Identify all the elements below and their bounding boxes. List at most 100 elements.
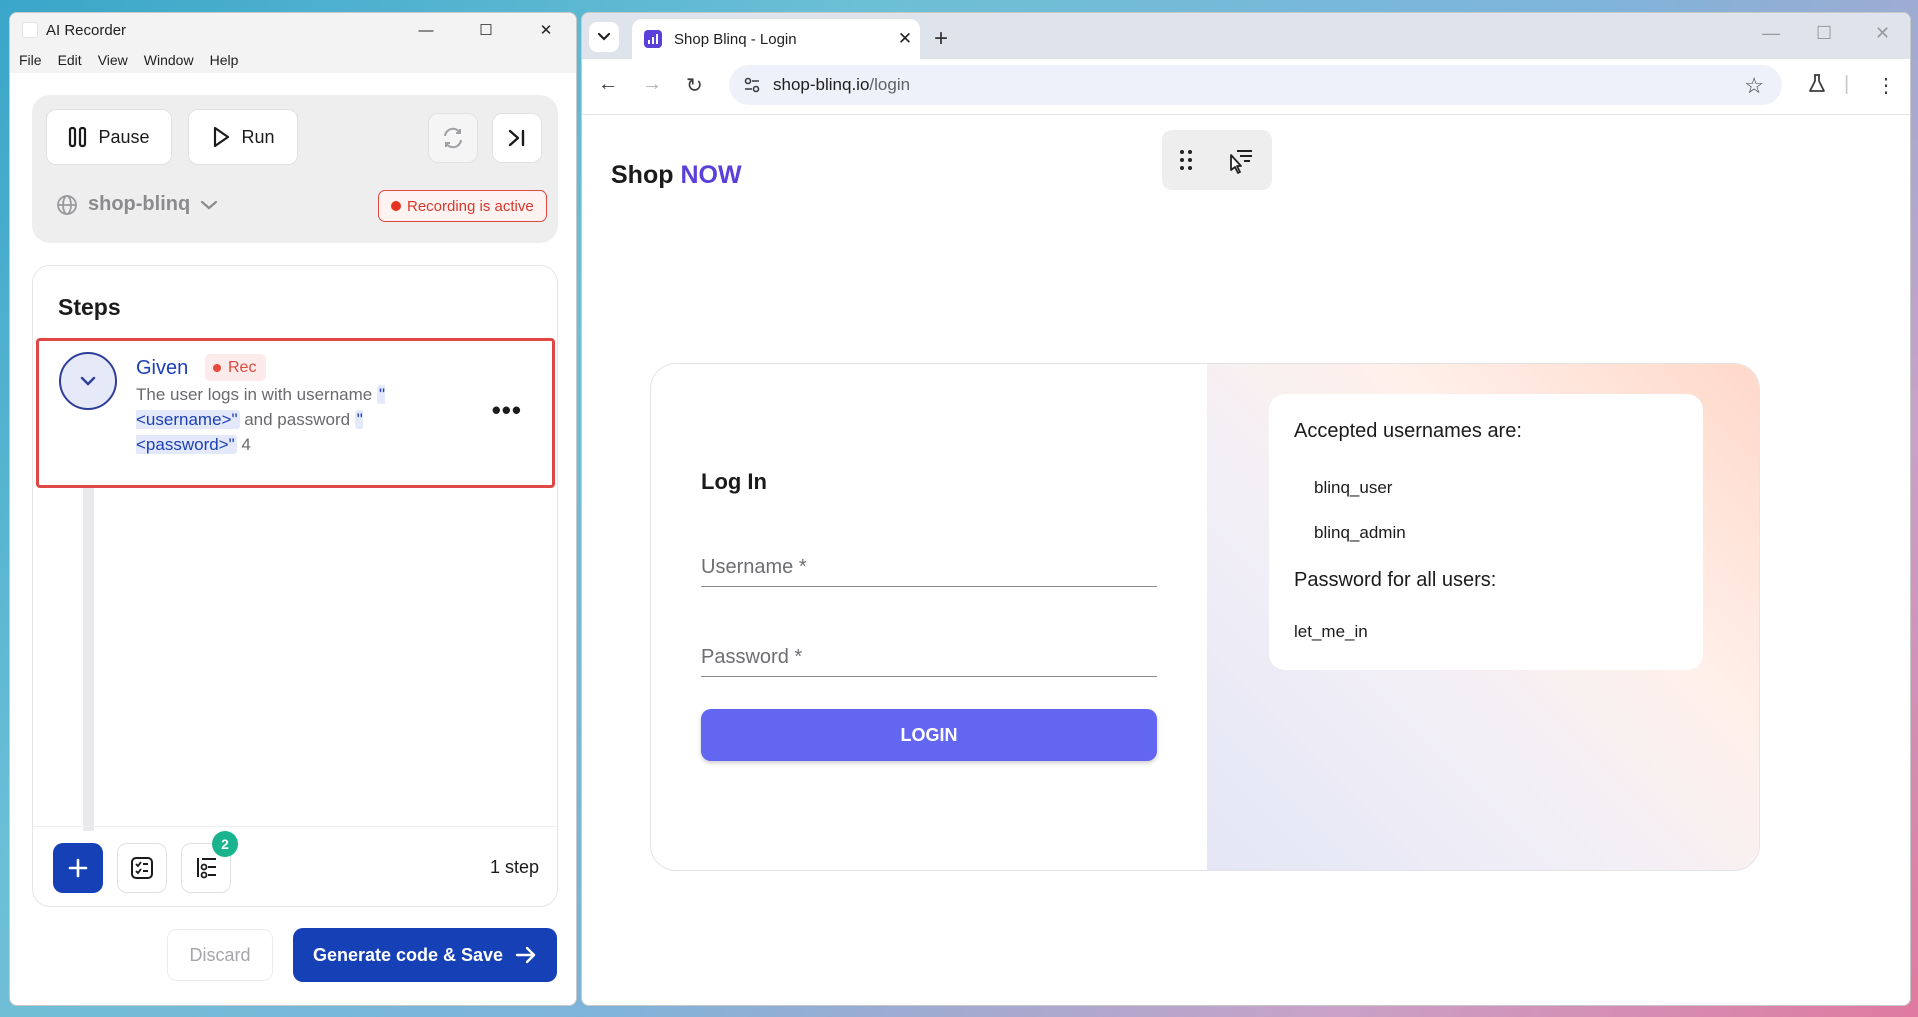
chevron-down-icon [201, 200, 218, 209]
sync-icon [444, 127, 462, 149]
username-item: blinq_user [1314, 478, 1393, 497]
minimize-icon[interactable]: — [1762, 23, 1780, 44]
menu-view[interactable]: View [98, 52, 128, 68]
maximize-icon[interactable]: ☐ [456, 13, 516, 47]
credentials-info-box: Accepted usernames are: blinq_user blinq… [1269, 394, 1703, 670]
tab-close-icon[interactable]: ✕ [890, 29, 920, 49]
skip-forward-icon [508, 129, 525, 147]
reload-icon[interactable]: ↻ [686, 73, 703, 98]
menu-window[interactable]: Window [144, 52, 194, 68]
username-item: blinq_admin [1314, 523, 1406, 542]
login-title: Log In [701, 469, 767, 494]
browser-toolbar: ← → ↻ shop-blinq.io/login ☆ | ⋮ [582, 59, 1910, 115]
step-list-count-badge: 2 [212, 831, 238, 857]
recorder-floating-toolbar [1162, 130, 1272, 190]
project-name: shop-blinq [88, 193, 191, 215]
step-keyword: Given [136, 357, 189, 379]
step-text-part: 4 [236, 435, 251, 454]
minimize-icon[interactable]: — [396, 13, 456, 47]
tab-strip: Shop Blinq - Login ✕ + — ☐ ✕ [582, 13, 1910, 59]
close-icon[interactable]: ✕ [516, 13, 576, 47]
project-selector[interactable]: shop-blinq [56, 193, 218, 216]
menu-edit[interactable]: Edit [58, 52, 82, 68]
site-logo[interactable]: Shop NOW [611, 161, 742, 190]
address-bar[interactable]: shop-blinq.io/login ☆ [729, 65, 1782, 105]
password-input[interactable] [701, 639, 1157, 676]
menu-kebab-icon[interactable]: ⋮ [1876, 73, 1896, 98]
checklist-button[interactable] [117, 843, 167, 893]
app-icon [22, 22, 38, 38]
step-rec-label: Rec [228, 358, 257, 376]
discard-button[interactable]: Discard [167, 929, 273, 981]
browser-window: Shop Blinq - Login ✕ + — ☐ ✕ ← → ↻ shop-… [581, 12, 1911, 1006]
plus-icon [68, 858, 88, 878]
recording-status-badge: Recording is active [378, 190, 547, 222]
url-path: /login [869, 75, 911, 94]
bookmark-star-icon[interactable]: ☆ [1744, 73, 1764, 99]
shop-favicon-icon [644, 30, 662, 48]
usernames-heading: Accepted usernames are: [1294, 420, 1522, 442]
pause-icon [69, 126, 87, 148]
run-button[interactable]: Run [188, 109, 298, 165]
labs-flask-icon[interactable] [1808, 73, 1826, 99]
steps-title: Steps [58, 294, 121, 320]
more-options-icon[interactable]: ••• [492, 395, 522, 426]
login-button[interactable]: LOGIN [701, 709, 1157, 761]
step-text[interactable]: The user logs in with username "<usernam… [136, 382, 406, 457]
url-text: shop-blinq.io/login [773, 75, 910, 95]
drag-handle-icon[interactable] [1179, 149, 1193, 171]
recording-status-text: Recording is active [407, 197, 534, 215]
password-heading: Password for all users: [1294, 569, 1497, 591]
back-icon[interactable]: ← [598, 73, 618, 96]
password-field[interactable] [701, 639, 1157, 677]
step-rec-badge: Rec [205, 354, 267, 381]
close-icon[interactable]: ✕ [1875, 23, 1890, 44]
list-tree-icon [197, 858, 216, 879]
sync-button[interactable] [428, 113, 478, 163]
toolbar-divider: | [1844, 73, 1850, 95]
step-card[interactable]: Given Rec The user logs in with username… [36, 338, 555, 488]
rec-dot-icon [213, 363, 221, 372]
login-form: Log In LOGIN [651, 364, 1207, 870]
credentials-panel: Accepted usernames are: blinq_user blinq… [1207, 364, 1759, 870]
login-card: Log In LOGIN Accepted usernames are: bli… [650, 363, 1760, 871]
recorder-titlebar: AI Recorder — ☐ ✕ [10, 13, 576, 47]
pause-button[interactable]: Pause [46, 109, 172, 165]
pointer-select-icon[interactable] [1227, 146, 1255, 174]
username-input[interactable] [701, 549, 1157, 586]
globe-icon [57, 194, 77, 215]
browser-tab[interactable]: Shop Blinq - Login ✕ [632, 19, 920, 59]
site-settings-icon [744, 77, 760, 93]
steps-footer: 2 1 step [33, 826, 557, 906]
chevron-down-icon [80, 376, 96, 386]
generate-code-save-button[interactable]: Generate code & Save [293, 928, 557, 982]
brand-accent: NOW [680, 161, 742, 189]
steps-panel: Steps Given Rec The user logs in with us… [32, 265, 558, 907]
play-icon [214, 126, 230, 148]
brand-main: Shop [611, 161, 674, 189]
tab-title: Shop Blinq - Login [674, 30, 797, 48]
chevron-down-icon [597, 32, 611, 41]
step-count: 1 step [489, 857, 539, 877]
menu-help[interactable]: Help [210, 52, 239, 68]
step-forward-button[interactable] [492, 113, 542, 163]
maximize-icon[interactable]: ☐ [1816, 23, 1832, 44]
password-value: let_me_in [1294, 622, 1368, 641]
step-text-part: and password [239, 410, 355, 429]
recorder-window: AI Recorder — ☐ ✕ File Edit View Window … [9, 12, 577, 1006]
step-collapse-button[interactable] [59, 352, 117, 410]
web-page: Shop NOW Log In LOGIN Accepted usernames… [582, 115, 1910, 1005]
menu-file[interactable]: File [19, 52, 42, 68]
forward-icon[interactable]: → [642, 73, 662, 96]
menu-bar: File Edit View Window Help [10, 47, 576, 73]
window-title: AI Recorder [46, 21, 127, 39]
run-label: Run [241, 126, 275, 147]
step-text-part: The user logs in with username [136, 385, 377, 404]
new-tab-icon[interactable]: + [934, 25, 948, 53]
tab-search-button[interactable] [589, 22, 619, 52]
add-step-button[interactable] [53, 843, 103, 893]
url-host: shop-blinq.io [773, 75, 870, 94]
arrow-right-icon [515, 946, 536, 964]
control-panel: Pause Run shop-blinq Recording is active [32, 95, 558, 243]
username-field[interactable] [701, 549, 1157, 587]
